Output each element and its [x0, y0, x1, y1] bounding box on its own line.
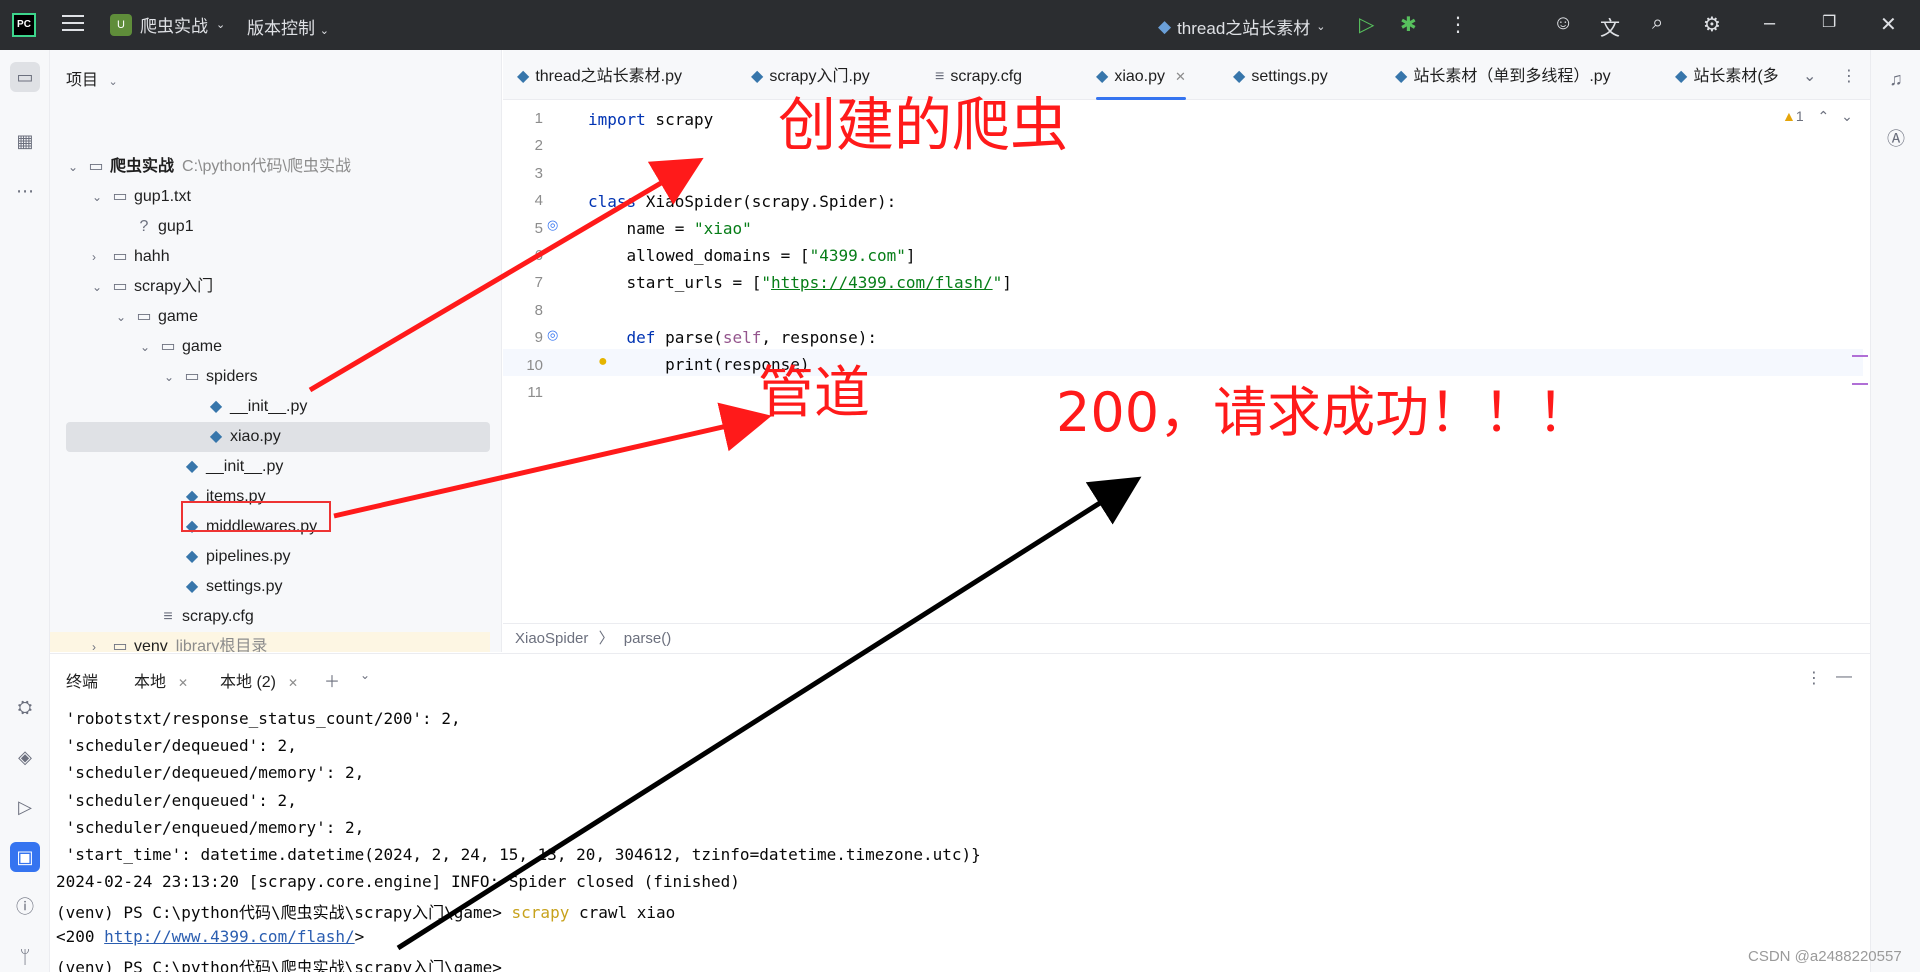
annotation-arrows	[308, 157, 1868, 951]
arrow-to-success	[396, 476, 1142, 951]
arrow-to-spider	[308, 157, 704, 393]
watermark: CSDN @a2488220557	[1748, 948, 1902, 965]
arrow-to-pipeline	[333, 402, 772, 519]
